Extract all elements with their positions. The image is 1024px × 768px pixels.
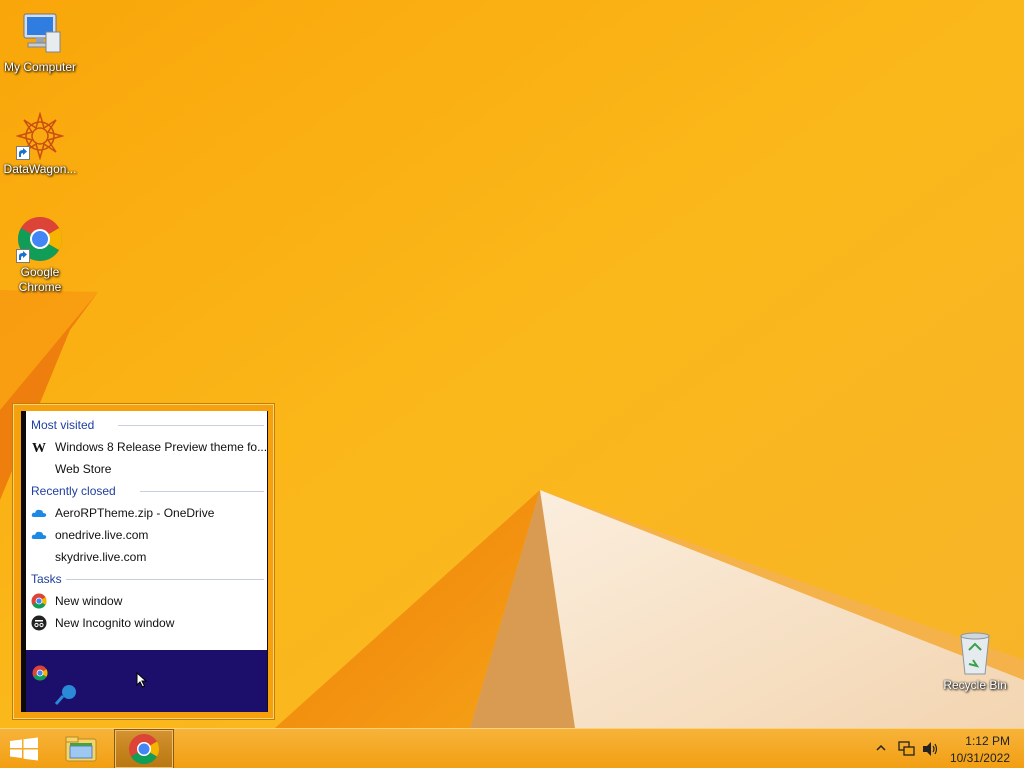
shortcut-arrow-icon — [16, 249, 30, 263]
clock-time[interactable]: 1:12 PM — [965, 734, 1010, 748]
chrome-icon — [129, 734, 160, 765]
shortcut-arrow-icon — [16, 146, 30, 160]
incognito-icon — [31, 615, 47, 631]
jump-list-panel: Most visited W Windows 8 Release Preview… — [21, 411, 268, 712]
network-icon[interactable] — [896, 739, 916, 759]
footer-app-launch[interactable] — [32, 662, 48, 682]
taskbar-google-chrome[interactable] — [114, 729, 174, 768]
desktop-icon-recycle-bin[interactable]: Recycle Bin — [935, 630, 1015, 693]
jump-item-label: onedrive.live.com — [55, 528, 149, 542]
section-header-recently-closed: Recently closed — [26, 480, 267, 502]
footer-unpin[interactable] — [54, 684, 78, 705]
clock-date[interactable]: 10/31/2022 — [950, 751, 1010, 765]
windows-logo-icon — [10, 737, 38, 761]
section-title: Tasks — [31, 572, 62, 586]
jump-item-label: Web Store — [55, 462, 112, 476]
jump-item-label: skydrive.live.com — [55, 550, 147, 564]
section-header-most-visited: Most visited — [26, 414, 267, 436]
file-explorer-icon — [65, 736, 97, 762]
recycle-bin-icon — [951, 630, 999, 676]
jump-item-label: AeroRPTheme.zip - OneDrive — [55, 506, 215, 520]
jump-item-label: Windows 8 Release Preview theme fo... — [55, 440, 267, 454]
jump-item-windows-8-theme[interactable]: W Windows 8 Release Preview theme fo... — [26, 436, 267, 458]
chrome-icon — [32, 665, 48, 681]
divider — [140, 491, 264, 492]
desktop-icon-label: DataWagon... — [3, 162, 77, 176]
desktop-icon-datawagon[interactable]: DataWagon... — [0, 111, 80, 177]
svg-text:W: W — [32, 441, 46, 455]
jump-item-new-window[interactable]: New window — [26, 590, 267, 612]
jump-item-new-incognito-window[interactable]: New Incognito window — [26, 612, 267, 634]
desktop-icon-label: My Computer — [3, 60, 77, 74]
mouse-cursor-icon — [136, 671, 148, 693]
wikipedia-icon: W — [31, 439, 47, 456]
datawagon-icon — [15, 111, 65, 161]
section-header-tasks: Tasks — [26, 568, 267, 590]
show-hidden-icons-icon[interactable] — [874, 741, 888, 755]
volume-icon[interactable] — [920, 739, 940, 759]
jump-item-onedrive-live[interactable]: onedrive.live.com — [26, 524, 267, 546]
desktop-icon-my-computer[interactable]: My Computer — [0, 10, 80, 75]
onedrive-icon — [31, 527, 47, 543]
jump-item-label: New Incognito window — [55, 616, 175, 630]
divider — [118, 425, 264, 426]
start-button[interactable] — [0, 729, 48, 768]
taskbar: 1:12 PM 10/31/2022 — [0, 728, 1024, 768]
chrome-icon — [31, 593, 47, 609]
computer-icon — [16, 10, 64, 58]
onedrive-icon — [31, 505, 47, 521]
pin-icon — [54, 685, 76, 705]
jump-list-footer — [26, 650, 267, 712]
section-title: Most visited — [31, 418, 95, 432]
jump-item-skydrive-live[interactable]: skydrive.live.com — [26, 546, 267, 568]
jump-item-aerorptheme-onedrive[interactable]: AeroRPTheme.zip - OneDrive — [26, 502, 267, 524]
divider — [66, 579, 264, 580]
desktop-icon-google-chrome[interactable]: Google Chrome — [0, 215, 80, 295]
desktop-icon-label: Google Chrome — [18, 265, 62, 294]
section-title: Recently closed — [31, 484, 116, 498]
jump-item-label: New window — [55, 594, 123, 608]
taskbar-file-explorer[interactable] — [58, 729, 104, 768]
jump-item-web-store[interactable]: Web Store — [26, 458, 267, 480]
chrome-icon — [16, 215, 64, 263]
chrome-jump-list: Most visited W Windows 8 Release Preview… — [12, 403, 275, 720]
desktop-icon-label: Recycle Bin — [943, 678, 1007, 692]
